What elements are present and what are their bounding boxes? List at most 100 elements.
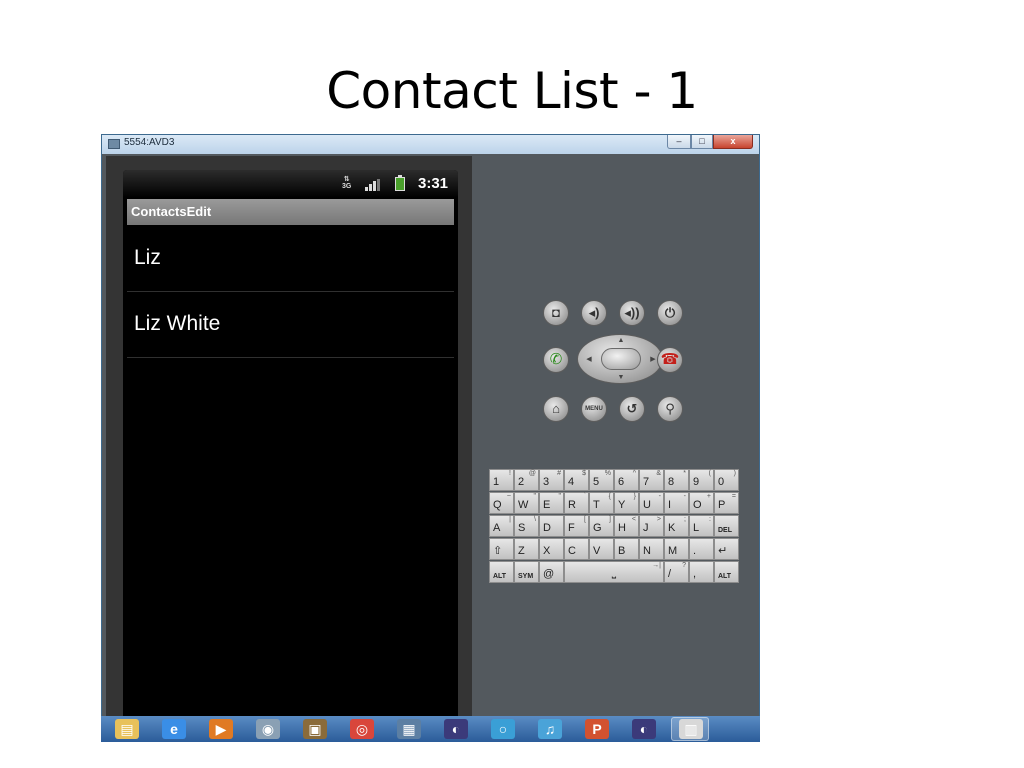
back-button[interactable]: ↺	[619, 396, 645, 422]
key[interactable]: /?	[664, 561, 689, 583]
key[interactable]: T{	[589, 492, 614, 514]
key[interactable]: H <	[614, 515, 639, 537]
key[interactable]: 2 @	[514, 469, 539, 491]
minimize-button[interactable]: –	[667, 135, 691, 149]
power-icon: ⏻	[664, 305, 676, 320]
key[interactable]: G]	[589, 515, 614, 537]
key[interactable]: ↵	[714, 538, 739, 560]
key[interactable]: U-	[639, 492, 664, 514]
key[interactable]: ⇧	[489, 538, 514, 560]
key[interactable]: 0)	[714, 469, 739, 491]
powerpoint-icon[interactable]: P	[585, 719, 609, 739]
camera-button[interactable]: ◘	[543, 300, 569, 326]
key[interactable]: 1!	[489, 469, 514, 491]
close-button[interactable]: x	[713, 135, 753, 149]
key[interactable]: ALT	[714, 561, 739, 583]
call-button[interactable]: ✆	[543, 347, 569, 373]
menu-button[interactable]: MENU	[581, 396, 607, 422]
emulator-icon[interactable]: ◉	[256, 719, 280, 739]
taskbar-glyph: ▥	[684, 721, 698, 737]
taskbar-glyph: ▣	[308, 721, 322, 737]
key[interactable]: DEL	[714, 515, 739, 537]
key[interactable]: I-	[664, 492, 689, 514]
key[interactable]: Q ~	[489, 492, 514, 514]
key-alt-label: \	[534, 516, 536, 523]
volume-up-button[interactable]: ◂))	[619, 300, 645, 326]
key[interactable]: 7 &	[639, 469, 664, 491]
end-call-button[interactable]: ☎	[657, 347, 683, 373]
key[interactable]: P =	[714, 492, 739, 514]
dpad-up[interactable]: ▲	[616, 337, 626, 345]
key[interactable]: 4 $	[564, 469, 589, 491]
key-label: 5	[593, 476, 600, 488]
key[interactable]: V	[589, 538, 614, 560]
ie-icon[interactable]: e	[162, 719, 186, 739]
taskbar-glyph: ▤	[120, 721, 134, 737]
call-icon: ✆	[549, 351, 563, 368]
chrome-icon[interactable]: ◎	[350, 719, 374, 739]
dpad-left[interactable]: ◀	[584, 356, 594, 364]
window-titlebar[interactable]: 5554:AVD3 – □ x	[102, 135, 759, 154]
power-button[interactable]: ⏻	[657, 300, 683, 326]
key[interactable]: @	[539, 561, 564, 583]
key[interactable]: M	[664, 538, 689, 560]
key[interactable]: E "	[539, 492, 564, 514]
space-key[interactable]: ⎵ →|	[564, 561, 664, 583]
media-player-icon[interactable]: ▶	[209, 719, 233, 739]
key[interactable]: B	[614, 538, 639, 560]
key-alt-label: ^	[632, 470, 636, 477]
key[interactable]: SYM	[514, 561, 539, 583]
contact-item[interactable]: Liz	[127, 226, 454, 292]
key[interactable]: J >	[639, 515, 664, 537]
taskbar-glyph: ○	[498, 721, 508, 737]
key[interactable]: W "	[514, 492, 539, 514]
key[interactable]: N	[639, 538, 664, 560]
maximize-button[interactable]: □	[691, 135, 713, 149]
eclipse-2-icon[interactable]: ◐	[632, 719, 656, 739]
status-time: 3:31	[418, 175, 449, 192]
key-label: DEL	[718, 527, 732, 534]
key-label: M	[668, 545, 678, 557]
key[interactable]: F[	[564, 515, 589, 537]
search-button[interactable]: ⚲	[657, 396, 683, 422]
key-label: I	[668, 499, 672, 511]
loop-icon[interactable]: ○	[491, 719, 515, 739]
key[interactable]: D	[539, 515, 564, 537]
taskbar-glyph: ◎	[355, 721, 369, 737]
key-label: 8	[668, 476, 675, 488]
key-label: F	[568, 522, 575, 534]
key[interactable]: ,	[689, 561, 714, 583]
notepad-icon[interactable]: ▥	[679, 719, 703, 739]
key[interactable]: K;	[664, 515, 689, 537]
key[interactable]: 9(	[689, 469, 714, 491]
dpad-center[interactable]	[601, 348, 641, 370]
calculator-icon[interactable]: ▦	[397, 719, 421, 739]
key[interactable]: 3 #	[539, 469, 564, 491]
key[interactable]: A |	[489, 515, 514, 537]
key[interactable]: Z	[514, 538, 539, 560]
volume-down-button[interactable]: ◂)	[581, 300, 607, 326]
key[interactable]: ALT	[489, 561, 514, 583]
key[interactable]: 6 ^	[614, 469, 639, 491]
key[interactable]: R `	[564, 492, 589, 514]
window-icon[interactable]: ▣	[303, 719, 327, 739]
folder-icon[interactable]: ▤	[115, 719, 139, 739]
itunes-icon[interactable]: ♫	[538, 719, 562, 739]
key[interactable]: S \	[514, 515, 539, 537]
home-button[interactable]: ⌂	[543, 396, 569, 422]
key-label: 7	[643, 476, 650, 488]
eclipse-icon[interactable]: ◐	[444, 719, 468, 739]
key[interactable]: 5%	[589, 469, 614, 491]
key[interactable]: 8 *	[664, 469, 689, 491]
key[interactable]: L:	[689, 515, 714, 537]
key[interactable]: C	[564, 538, 589, 560]
search-icon: ⚲	[665, 401, 675, 416]
dpad-down[interactable]: ▼	[616, 374, 626, 382]
key[interactable]: X	[539, 538, 564, 560]
contact-item[interactable]: Liz White	[127, 292, 454, 358]
key[interactable]: .	[689, 538, 714, 560]
key-label: ⇧	[493, 545, 503, 557]
key[interactable]: Y}	[614, 492, 639, 514]
key-alt-label: ;	[684, 516, 686, 523]
key[interactable]: O +	[689, 492, 714, 514]
